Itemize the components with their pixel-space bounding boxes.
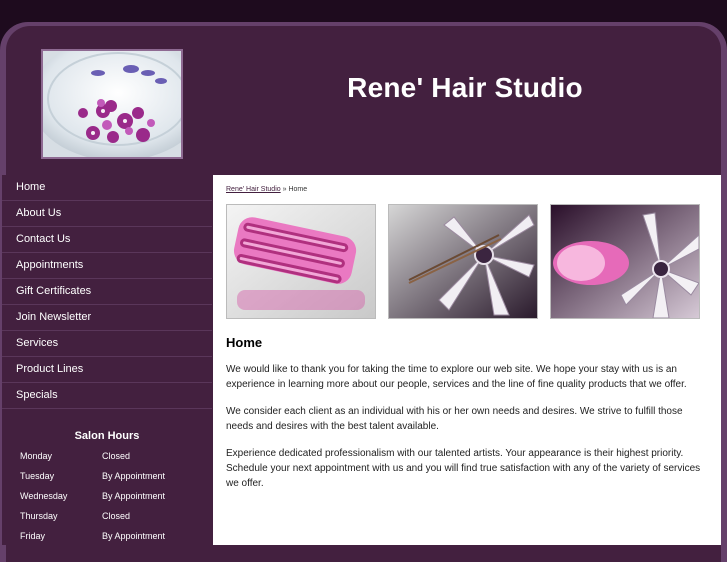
orchid-bowl-icon[interactable]	[41, 49, 183, 159]
experience-paragraph: Experience dedicated professionalism wit…	[226, 448, 701, 489]
hours-day: Tuesday	[20, 471, 55, 481]
breadcrumb-separator: »	[282, 186, 287, 193]
hours-row: Wednesday By Appointment	[2, 486, 212, 506]
salon-hours-title: Salon Hours	[74, 430, 140, 442]
breadcrumb-link-home[interactable]: Rene' Hair Studio	[226, 186, 281, 193]
hours-day: Thursday	[20, 511, 58, 521]
hours-row: Thursday Closed	[2, 506, 212, 526]
nav-item-services[interactable]: Services	[2, 331, 212, 357]
sidebar: Home About Us Contact Us Appointments Gi…	[2, 175, 212, 545]
breadcrumb: Rene' Hair Studio » Home	[226, 186, 307, 193]
nav-item-home[interactable]: Home	[2, 175, 212, 201]
nav-item-specials[interactable]: Specials	[2, 383, 212, 409]
clients-paragraph: We consider each client as an individual…	[226, 406, 683, 432]
pink-hairbrush-icon	[226, 204, 376, 319]
page-heading: Home	[226, 335, 263, 350]
hours-row: Monday Closed	[2, 446, 212, 466]
hours-day: Monday	[20, 451, 53, 461]
hours-row: Friday By Appointment	[2, 526, 212, 546]
bobby-pin-icon	[388, 204, 538, 319]
nav-item-join-newsletter[interactable]: Join Newsletter	[2, 305, 212, 331]
hours-value: By Appointment	[102, 531, 166, 541]
nav-item-appointments[interactable]: Appointments	[2, 253, 212, 279]
hours-row: Tuesday By Appointment	[2, 466, 212, 486]
nav-item-about-us[interactable]: About Us	[2, 201, 212, 227]
nav-item-product-lines[interactable]: Product Lines	[2, 357, 212, 383]
site-title: Rene' Hair Studio	[347, 72, 583, 103]
hours-day: Friday	[20, 531, 46, 541]
hours-value: Closed	[102, 511, 131, 521]
breadcrumb-current: Home	[288, 186, 308, 193]
hours-day: Wednesday	[20, 491, 68, 501]
hours-value: Closed	[102, 451, 131, 461]
nav-item-gift-certificates[interactable]: Gift Certificates	[2, 279, 212, 305]
hours-value: By Appointment	[102, 491, 166, 501]
salon-hours-table: Monday Closed Tuesday By Appointment Wed…	[2, 446, 212, 546]
hours-value: By Appointment	[102, 471, 166, 481]
intro-paragraph: We would like to thank you for taking th…	[226, 364, 687, 390]
main-content: Rene' Hair Studio » Home Home We would l…	[213, 175, 721, 545]
pink-hair-roller-icon	[550, 204, 700, 319]
nav-item-contact-us[interactable]: Contact Us	[2, 227, 212, 253]
